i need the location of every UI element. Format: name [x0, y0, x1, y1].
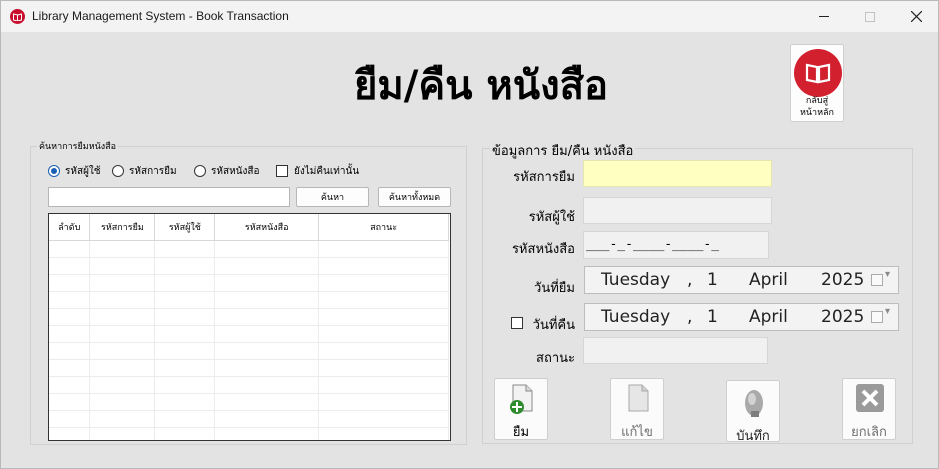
search-all-button[interactable]: ค้นหาทั้งหมด: [378, 187, 451, 207]
edit-button[interactable]: แก้ไข: [610, 378, 664, 440]
borrow-button[interactable]: ยืม: [494, 378, 548, 440]
column-header[interactable]: รหัสการยืม: [89, 214, 156, 241]
search-group-caption: ค้นหาการยืมหนังสือ: [37, 139, 119, 153]
book-id-label: รหัสหนังสือ: [511, 242, 575, 257]
calendar-icon: [871, 311, 883, 323]
table-row: [49, 240, 449, 258]
minimize-button[interactable]: [801, 1, 847, 32]
status-field[interactable]: [583, 337, 768, 364]
table-row: [49, 308, 449, 326]
open-book-icon: [794, 49, 842, 97]
edit-button-label: แก้ไข: [621, 425, 653, 440]
save-button-label: บันทึก: [736, 429, 770, 444]
only-unreturned-checkbox[interactable]: ยังไม่คืนเท่านั้น: [276, 162, 359, 180]
table-row: [49, 410, 449, 428]
table-row: [49, 342, 449, 360]
radio-label: รหัสการยืม: [129, 165, 177, 177]
table-row: [49, 291, 449, 309]
borrow-date-label: วันที่ยืม: [534, 281, 575, 296]
table-row: [49, 274, 449, 292]
window-title: Library Management System - Book Transac…: [32, 9, 289, 23]
cancel-button-label: ยกเลิก: [851, 425, 887, 440]
date-day: 1: [707, 270, 718, 290]
borrow-results-table[interactable]: ลำดับ รหัสการยืม รหัสผู้ใช้ รหัสหนังสือ …: [48, 213, 451, 441]
date-month: April: [749, 270, 788, 290]
table-row: [49, 393, 449, 411]
radio-button[interactable]: [112, 165, 124, 177]
column-header[interactable]: สถานะ: [318, 214, 449, 241]
document-icon: [624, 383, 652, 415]
borrow-id-field[interactable]: [583, 160, 772, 187]
chevron-down-icon[interactable]: ▾: [885, 269, 890, 280]
book-icon: [10, 9, 25, 24]
date-day: 1: [707, 307, 718, 327]
user-id-label: รหัสผู้ใช้: [528, 210, 575, 225]
chevron-down-icon[interactable]: ▾: [885, 306, 890, 317]
radio-button[interactable]: [48, 165, 60, 177]
book-id-field[interactable]: ___-_-____-____-_: [583, 231, 769, 259]
date-year: 2025: [821, 307, 865, 327]
table-row: [49, 427, 449, 440]
table-row: [49, 325, 449, 343]
radio-label: รหัสหนังสือ: [211, 165, 260, 177]
radio-book-id[interactable]: รหัสหนังสือ: [194, 162, 260, 180]
date-year: 2025: [821, 270, 865, 290]
table-header-row: ลำดับ รหัสการยืม รหัสผู้ใช้ รหัสหนังสือ …: [49, 214, 449, 241]
title-bar: Library Management System - Book Transac…: [1, 1, 938, 32]
date-separator: ,: [687, 270, 693, 290]
radio-user-id[interactable]: รหัสผู้ใช้: [48, 162, 101, 180]
search-button[interactable]: ค้นหา: [296, 187, 369, 207]
date-separator: ,: [687, 307, 693, 327]
checkbox-label: ยังไม่คืนเท่านั้น: [294, 165, 360, 177]
save-button[interactable]: บันทึก: [726, 380, 780, 444]
table-row: [49, 376, 449, 394]
radio-label: รหัสผู้ใช้: [65, 165, 101, 177]
save-disk-icon: [740, 385, 768, 417]
calendar-icon: [871, 274, 883, 286]
column-header[interactable]: รหัสหนังสือ: [214, 214, 320, 241]
app-window: Library Management System - Book Transac…: [0, 0, 939, 469]
status-label: สถานะ: [536, 351, 575, 366]
cancel-x-icon: [856, 383, 884, 415]
checkbox[interactable]: [276, 165, 288, 177]
date-month: April: [749, 307, 788, 327]
maximize-button[interactable]: [847, 1, 893, 32]
table-row: [49, 359, 449, 377]
borrow-button-label: ยืม: [512, 425, 530, 440]
home-button[interactable]: กลับสู่ หน้าหลัก: [790, 44, 844, 122]
details-group-caption: ข้อมูลการ ยืม/คืน หนังสือ: [490, 140, 636, 161]
close-button[interactable]: [893, 1, 939, 32]
borrow-id-label: รหัสการยืม: [513, 170, 575, 185]
table-row: [49, 257, 449, 275]
date-weekday: Tuesday: [601, 307, 671, 327]
search-input[interactable]: [48, 187, 290, 207]
column-header[interactable]: รหัสผู้ใช้: [154, 214, 216, 241]
radio-button[interactable]: [194, 165, 206, 177]
radio-borrow-id[interactable]: รหัสการยืม: [112, 162, 177, 180]
return-date-picker[interactable]: Tuesday , 1 April 2025 ▾: [584, 303, 899, 331]
date-weekday: Tuesday: [601, 270, 671, 290]
add-document-icon: [508, 383, 536, 415]
column-header[interactable]: ลำดับ: [49, 214, 91, 241]
home-button-label: กลับสู่ หน้าหลัก: [799, 96, 835, 118]
user-id-field[interactable]: [583, 197, 772, 224]
cancel-button[interactable]: ยกเลิก: [842, 378, 896, 440]
page-title: ยืม/คืน หนังสือ: [353, 63, 609, 109]
return-date-label: วันที่คืน: [532, 318, 575, 333]
borrow-date-picker[interactable]: Tuesday , 1 April 2025 ▾: [584, 266, 899, 294]
